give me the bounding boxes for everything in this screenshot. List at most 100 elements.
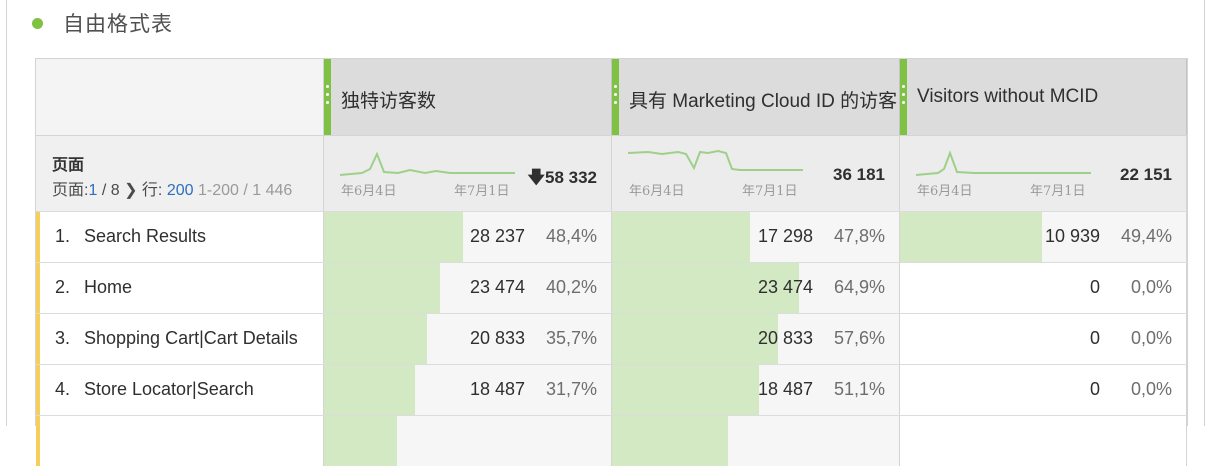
chevron-right-icon[interactable]: ❯ xyxy=(124,182,137,199)
metric-bar xyxy=(324,314,427,364)
metric-cell[interactable]: 0 0,0% xyxy=(900,263,1187,313)
metric-percent: 0,0% xyxy=(1130,379,1172,399)
freeform-table: 独特访客数 具有 Marketing Cloud ID 的访客 Visitors… xyxy=(35,58,1188,466)
metric-percent: 64,9% xyxy=(833,277,885,297)
row-dimension-label[interactable]: Shopping Cart|Cart Details xyxy=(84,328,298,349)
rows-per-page[interactable]: 200 xyxy=(167,182,194,199)
metric-bar xyxy=(324,263,440,313)
row-number: 4. xyxy=(55,379,71,399)
page-total: / 8 xyxy=(101,182,120,199)
metric-value: 0 xyxy=(1089,277,1100,297)
metric-percent: 57,6% xyxy=(833,328,885,348)
metric-value: 0 xyxy=(1089,379,1100,399)
column-label: 独特访客数 xyxy=(341,90,437,112)
status-dot-icon xyxy=(32,17,43,29)
sparkline-end-date: 年7月1日 xyxy=(1030,184,1086,199)
column-label: Visitors without MCID xyxy=(917,86,1099,107)
metric-value: 0 xyxy=(1089,328,1100,348)
arrow-down-icon[interactable]: 🡇 xyxy=(528,168,545,187)
metric-percent: 49,4% xyxy=(1120,226,1172,246)
row-number: 1. xyxy=(55,226,71,246)
table-row[interactable]: 2. Home 23 474 40,2% 23 474 64,9% 0 0,0% xyxy=(36,262,1187,313)
sparkline xyxy=(916,150,1091,176)
row-dimension-label[interactable]: Search Results xyxy=(84,226,206,247)
metric-cell[interactable]: 23 474 40,2% xyxy=(324,263,612,313)
row-number: 2. xyxy=(55,277,71,297)
metric-cell[interactable]: 23 474 64,9% xyxy=(612,263,900,313)
row-dimension-cell[interactable]: 4. Store Locator|Search xyxy=(36,365,324,415)
panel-title: 自由格式表 xyxy=(63,12,173,36)
dimension-summary-cell: 页面 页面:1 / 8 ❯ 行: 200 1-200 / 1 446 xyxy=(36,135,324,211)
table-row-partial xyxy=(36,415,1187,466)
metric-value: 18 487 xyxy=(757,379,813,399)
panel-header[interactable]: 自由格式表 xyxy=(32,8,173,38)
metric-value: 20 833 xyxy=(757,328,813,348)
metric-cell[interactable]: 17 298 47,8% xyxy=(612,212,900,262)
summary-cell-visitors-without-mcid: 年6月4日 年7月1日 22 151 xyxy=(900,135,1187,211)
table-row[interactable]: 3. Shopping Cart|Cart Details 20 833 35,7% 2… xyxy=(36,313,1187,364)
metric-value: 10 939 xyxy=(1044,226,1100,246)
metric-cell[interactable]: 18 487 51,1% xyxy=(612,365,900,415)
pagination: 页面:1 / 8 ❯ 行: 200 1-200 / 1 446 xyxy=(52,182,293,199)
metric-bar xyxy=(324,365,415,415)
metric-value: 20 833 xyxy=(469,328,525,348)
metric-percent: 0,0% xyxy=(1130,328,1172,348)
metric-bar xyxy=(900,212,1042,262)
metric-percent: 40,2% xyxy=(545,277,597,297)
metric-percent: 0,0% xyxy=(1130,277,1172,297)
metric-cell[interactable]: 0 0,0% xyxy=(900,314,1187,364)
sparkline-start-date: 年6月4日 xyxy=(917,184,973,199)
rows-label: 行: xyxy=(141,182,163,199)
column-header-visitors-with-mcid[interactable]: 具有 Marketing Cloud ID 的访客 xyxy=(612,59,900,135)
metric-percent: 48,4% xyxy=(545,226,597,246)
metric-value: 17 298 xyxy=(757,226,813,246)
row-dimension-cell[interactable]: 1. Search Results xyxy=(36,212,324,262)
column-header-visitors-without-mcid[interactable]: Visitors without MCID xyxy=(900,59,1187,135)
sparkline-end-date: 年7月1日 xyxy=(454,184,510,199)
sparkline-end-date: 年7月1日 xyxy=(742,184,798,199)
metric-cell[interactable]: 0 0,0% xyxy=(900,365,1187,415)
page-current[interactable]: 1 xyxy=(88,182,97,199)
metric-bar xyxy=(612,365,759,415)
table-row[interactable]: 1. Search Results 28 237 48,4% 17 298 47,8% 10… xyxy=(36,211,1187,262)
metric-percent: 31,7% xyxy=(545,379,597,399)
metric-value: 23 474 xyxy=(469,277,525,297)
sparkline xyxy=(340,151,515,176)
metric-cell[interactable]: 20 833 57,6% xyxy=(612,314,900,364)
metric-value: 18 487 xyxy=(469,379,525,399)
row-range: 1-200 / 1 446 xyxy=(197,182,293,199)
column-drag-handle-icon[interactable] xyxy=(324,59,331,135)
metric-cell[interactable]: 10 939 49,4% xyxy=(900,212,1187,262)
summary-cell-visitors-with-mcid: 年6月4日 年7月1日 36 181 xyxy=(612,135,900,211)
column-total: 🡇58 332 xyxy=(527,168,597,187)
row-dimension-cell[interactable]: 2. Home xyxy=(36,263,324,313)
row-dimension-label[interactable]: Home xyxy=(84,277,132,298)
metric-value: 28 237 xyxy=(469,226,525,246)
column-total: 36 181 xyxy=(833,165,885,184)
dimension-header-blank xyxy=(36,59,324,135)
metric-bar xyxy=(324,212,463,262)
column-total: 22 151 xyxy=(1120,165,1172,184)
row-dimension-cell[interactable]: 3. Shopping Cart|Cart Details xyxy=(36,314,324,364)
metric-cell[interactable]: 20 833 35,7% xyxy=(324,314,612,364)
column-drag-handle-icon[interactable] xyxy=(900,59,907,135)
freeform-panel: 自由格式表 独特访客数 具有 Marketing Cloud ID 的访客 Vi… xyxy=(6,0,1205,466)
dimension-title[interactable]: 页面 xyxy=(52,151,84,175)
metric-bar xyxy=(612,314,778,364)
metric-percent: 35,7% xyxy=(545,328,597,348)
metric-percent: 51,1% xyxy=(833,379,885,399)
metric-cell[interactable]: 18 487 31,7% xyxy=(324,365,612,415)
summary-cell-unique-visitors: 年6月4日 年7月1日 🡇58 332 xyxy=(324,135,612,211)
column-label: 具有 Marketing Cloud ID 的访客 xyxy=(629,91,898,112)
metric-percent: 47,8% xyxy=(833,226,885,246)
row-dimension-label[interactable]: Store Locator|Search xyxy=(84,379,254,400)
metric-bar xyxy=(612,212,750,262)
table-row[interactable]: 4. Store Locator|Search 18 487 31,7% 18 487 5… xyxy=(36,364,1187,415)
column-header-unique-visitors[interactable]: 独特访客数 xyxy=(324,59,612,135)
metric-cell[interactable]: 28 237 48,4% xyxy=(324,212,612,262)
sparkline-start-date: 年6月4日 xyxy=(341,184,397,199)
metric-value: 23 474 xyxy=(757,277,813,297)
sparkline xyxy=(628,149,803,171)
column-drag-handle-icon[interactable] xyxy=(612,59,619,135)
sparkline-start-date: 年6月4日 xyxy=(629,184,685,199)
